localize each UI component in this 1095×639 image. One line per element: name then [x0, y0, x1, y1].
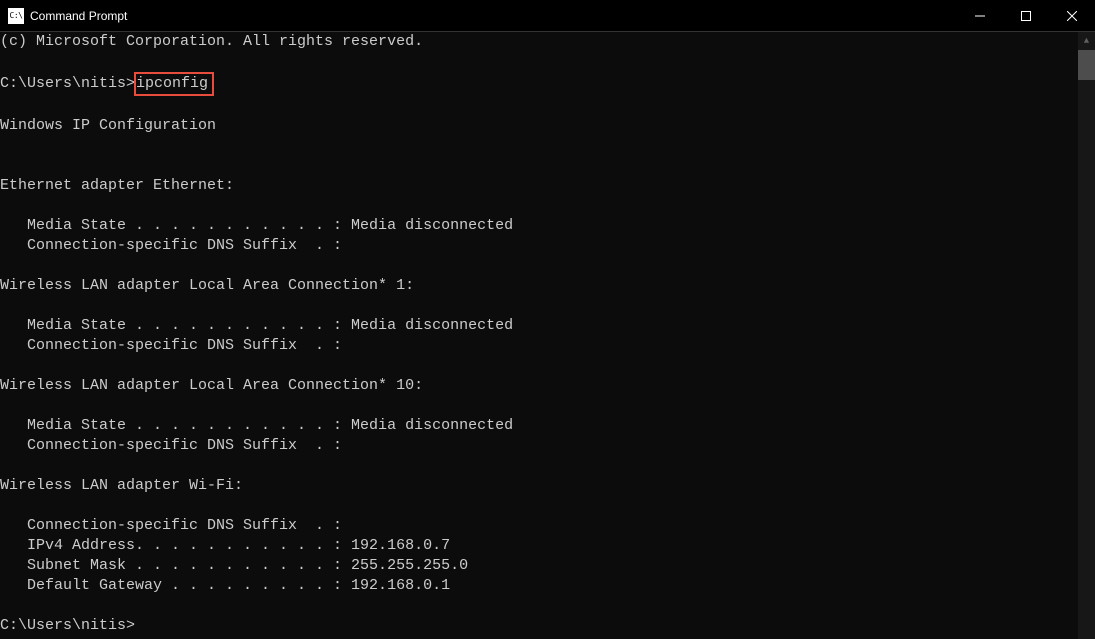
terminal-line [0, 156, 1078, 176]
command-text: ipconfig [136, 75, 208, 92]
terminal-line: Windows IP Configuration [0, 116, 1078, 136]
terminal-line: Connection-specific DNS Suffix . : [0, 436, 1078, 456]
window-controls [957, 0, 1095, 31]
adapter-detail: Media State . . . . . . . . . . . : Medi… [0, 317, 513, 334]
adapter-detail: Subnet Mask . . . . . . . . . . . : 255.… [0, 557, 468, 574]
terminal-line: Connection-specific DNS Suffix . : [0, 516, 1078, 536]
copyright-text: (c) Microsoft Corporation. All rights re… [0, 33, 423, 50]
terminal-line [0, 196, 1078, 216]
adapter-detail: Connection-specific DNS Suffix . : [0, 517, 342, 534]
terminal-line: Wireless LAN adapter Wi-Fi: [0, 476, 1078, 496]
terminal-line: Wireless LAN adapter Local Area Connecti… [0, 376, 1078, 396]
terminal-content[interactable]: (c) Microsoft Corporation. All rights re… [0, 32, 1078, 639]
adapter-title: Wireless LAN adapter Local Area Connecti… [0, 277, 414, 294]
scrollbar[interactable]: ▲ [1078, 32, 1095, 639]
terminal-line: IPv4 Address. . . . . . . . . . . : 192.… [0, 536, 1078, 556]
prompt-line: C:\Users\nitis>ipconfig [0, 72, 1078, 96]
adapter-title: Wireless LAN adapter Local Area Connecti… [0, 377, 423, 394]
scroll-up-icon[interactable]: ▲ [1078, 32, 1095, 49]
terminal-line: Wireless LAN adapter Local Area Connecti… [0, 276, 1078, 296]
terminal-line: C:\Users\nitis> [0, 616, 1078, 636]
maximize-button[interactable] [1003, 0, 1049, 31]
terminal-line [0, 596, 1078, 616]
adapter-detail: Default Gateway . . . . . . . . . : 192.… [0, 577, 450, 594]
minimize-button[interactable] [957, 0, 1003, 31]
terminal-line [0, 96, 1078, 116]
terminal-line [0, 356, 1078, 376]
terminal-line [0, 52, 1078, 72]
scroll-thumb[interactable] [1078, 50, 1095, 80]
title-bar: C:\ Command Prompt [0, 0, 1095, 32]
prompt-path: C:\Users\nitis> [0, 617, 135, 634]
terminal-line: Connection-specific DNS Suffix . : [0, 336, 1078, 356]
adapter-title: Wireless LAN adapter Wi-Fi: [0, 477, 243, 494]
adapter-detail: Connection-specific DNS Suffix . : [0, 437, 342, 454]
terminal-line: Subnet Mask . . . . . . . . . . . : 255.… [0, 556, 1078, 576]
window-title: Command Prompt [30, 9, 127, 23]
terminal-line: Connection-specific DNS Suffix . : [0, 236, 1078, 256]
close-button[interactable] [1049, 0, 1095, 31]
ipconfig-heading: Windows IP Configuration [0, 117, 216, 134]
title-left: C:\ Command Prompt [8, 8, 127, 24]
terminal-line: (c) Microsoft Corporation. All rights re… [0, 32, 1078, 52]
command-highlight: ipconfig [134, 72, 214, 96]
terminal-line [0, 396, 1078, 416]
terminal-line: Media State . . . . . . . . . . . : Medi… [0, 416, 1078, 436]
terminal-line [0, 496, 1078, 516]
prompt-path: C:\Users\nitis> [0, 75, 135, 92]
terminal-line [0, 136, 1078, 156]
adapter-detail: IPv4 Address. . . . . . . . . . . : 192.… [0, 537, 450, 554]
terminal-line: Ethernet adapter Ethernet: [0, 176, 1078, 196]
adapter-detail: Media State . . . . . . . . . . . : Medi… [0, 217, 513, 234]
terminal-line [0, 456, 1078, 476]
terminal-area: (c) Microsoft Corporation. All rights re… [0, 32, 1095, 639]
adapter-title: Ethernet adapter Ethernet: [0, 177, 234, 194]
adapter-detail: Connection-specific DNS Suffix . : [0, 237, 342, 254]
terminal-line [0, 256, 1078, 276]
adapter-detail: Connection-specific DNS Suffix . : [0, 337, 342, 354]
terminal-line: Default Gateway . . . . . . . . . : 192.… [0, 576, 1078, 596]
terminal-line [0, 296, 1078, 316]
cmd-icon: C:\ [8, 8, 24, 24]
terminal-line: Media State . . . . . . . . . . . : Medi… [0, 216, 1078, 236]
terminal-line: Media State . . . . . . . . . . . : Medi… [0, 316, 1078, 336]
adapter-detail: Media State . . . . . . . . . . . : Medi… [0, 417, 513, 434]
